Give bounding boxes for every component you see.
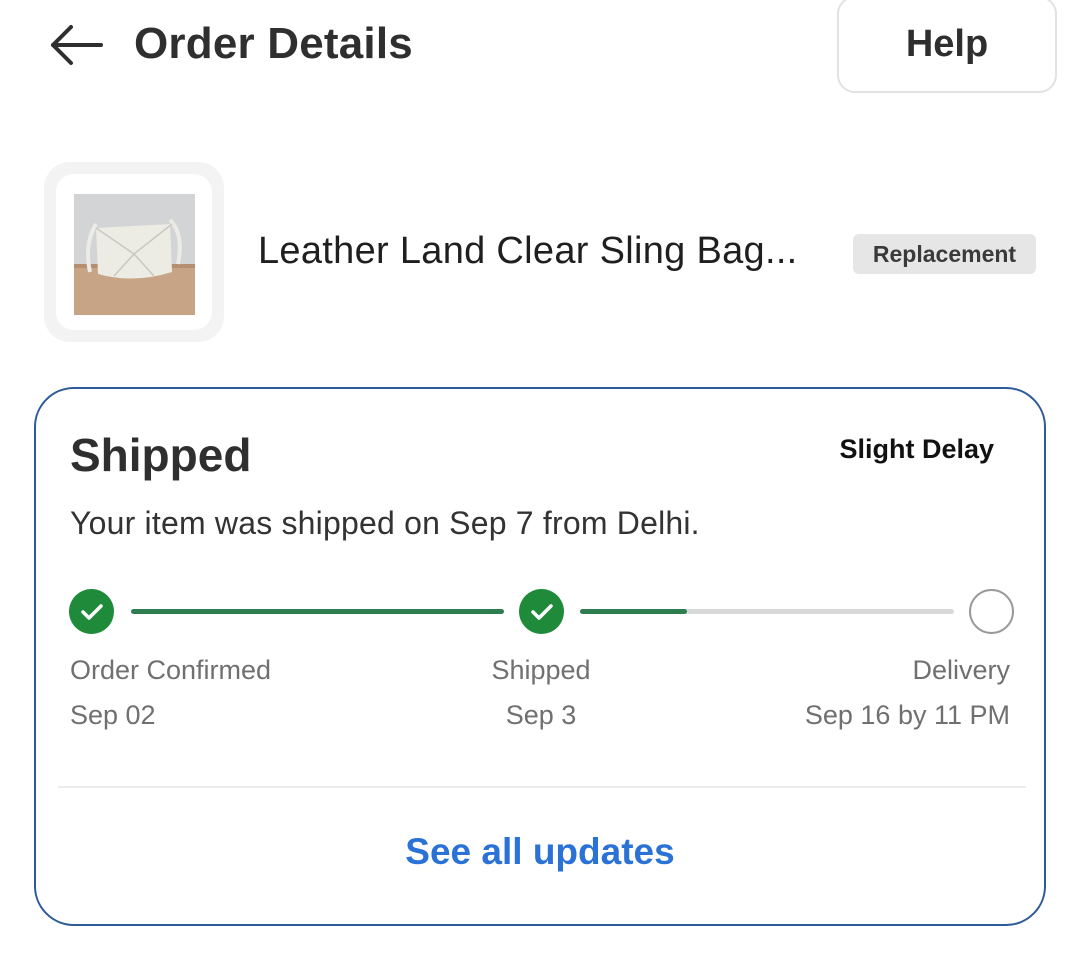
progress-segment-2-fill bbox=[580, 609, 687, 614]
product-row[interactable]: Leather Land Clear Sling Bag... Replacem… bbox=[0, 160, 1080, 345]
status-description: Your item was shipped on Sep 7 from Delh… bbox=[70, 505, 700, 541]
step-date-confirmed: Sep 02 bbox=[70, 700, 156, 730]
step-check-icon-confirmed bbox=[69, 589, 114, 634]
step-check-icon-shipped bbox=[519, 589, 564, 634]
product-name[interactable]: Leather Land Clear Sling Bag... bbox=[258, 226, 798, 276]
see-all-updates-link[interactable]: See all updates bbox=[36, 827, 1044, 877]
step-date-shipped: Sep 3 bbox=[505, 700, 577, 730]
step-label-confirmed: Order Confirmed bbox=[70, 655, 272, 685]
delay-status: Slight Delay bbox=[839, 434, 994, 464]
step-label-delivery: Delivery bbox=[912, 655, 1010, 685]
delivery-progress-tracker: Order Confirmed Sep 02 Shipped Sep 3 Del… bbox=[36, 589, 1044, 739]
product-thumbnail-frame[interactable] bbox=[44, 162, 224, 342]
product-thumbnail-card bbox=[56, 174, 212, 330]
page-header: Order Details Help bbox=[0, 0, 1080, 100]
shipment-status-card: Shipped Slight Delay Your item was shipp… bbox=[34, 387, 1046, 926]
back-button[interactable] bbox=[46, 18, 108, 72]
progress-segment-1 bbox=[131, 609, 504, 614]
help-button[interactable]: Help bbox=[837, 0, 1057, 93]
product-thumbnail bbox=[74, 194, 195, 315]
status-title: Shipped bbox=[70, 429, 252, 481]
step-date-delivery: Sep 16 by 11 PM bbox=[804, 700, 1010, 730]
replacement-badge: Replacement bbox=[853, 234, 1036, 274]
card-divider bbox=[58, 786, 1026, 788]
page-title: Order Details bbox=[134, 19, 413, 68]
arrow-left-icon bbox=[51, 25, 103, 65]
step-label-shipped: Shipped bbox=[491, 655, 591, 685]
step-pending-icon-delivery bbox=[969, 589, 1014, 634]
